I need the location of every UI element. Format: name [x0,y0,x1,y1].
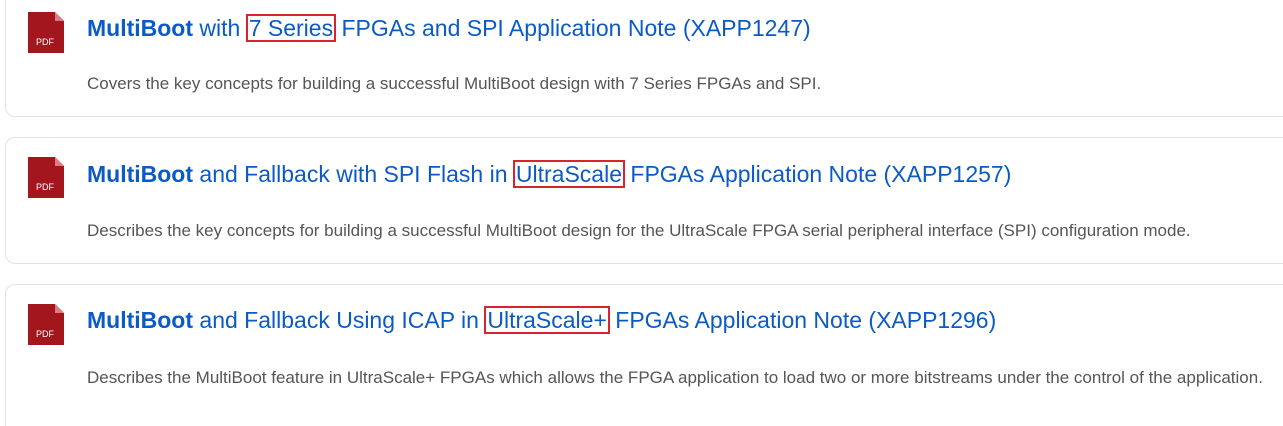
result-title-link[interactable]: MultiBoot with 7 Series FPGAs and SPI Ap… [87,13,811,43]
title-text-post: FPGAs Application Note (XAPP1257) [624,161,1012,187]
result-description: Covers the key concepts for building a s… [87,74,822,93]
title-text-pre: and Fallback Using ICAP in [193,307,486,333]
title-text-post: FPGAs and SPI Application Note (XAPP1247… [335,15,811,41]
pdf-icon-label: PDF [36,37,55,47]
result-card: PDF MultiBoot and Fallback with SPI Flas… [5,137,1283,264]
search-results-list: PDF MultiBoot with 7 Series FPGAs and SP… [0,0,1283,426]
title-keyword: MultiBoot [87,161,194,187]
title-highlight: UltraScale [512,160,626,188]
result-description: Describes the MultiBoot feature in Ultra… [87,368,1263,387]
title-text-post: FPGAs Application Note (XAPP1296) [608,307,997,333]
result-card: PDF MultiBoot and Fallback Using ICAP in… [5,284,1283,426]
title-keyword: MultiBoot [87,15,194,41]
title-text-pre: with [193,15,247,41]
title-highlight: 7 Series [245,14,337,42]
title-keyword: MultiBoot [87,307,194,333]
pdf-icon-label: PDF [36,182,55,192]
pdf-icon[interactable]: PDF [28,304,64,345]
result-title-link[interactable]: MultiBoot and Fallback Using ICAP in Ult… [87,305,996,335]
pdf-icon[interactable]: PDF [28,12,64,53]
pdf-icon[interactable]: PDF [28,157,64,198]
title-text-pre: and Fallback with SPI Flash in [193,161,514,187]
result-description: Describes the key concepts for building … [87,221,1191,240]
result-title-link[interactable]: MultiBoot and Fallback with SPI Flash in… [87,159,1011,189]
result-card: PDF MultiBoot with 7 Series FPGAs and SP… [5,0,1283,117]
pdf-icon-label: PDF [36,329,55,339]
title-highlight: UltraScale+ [484,306,610,334]
